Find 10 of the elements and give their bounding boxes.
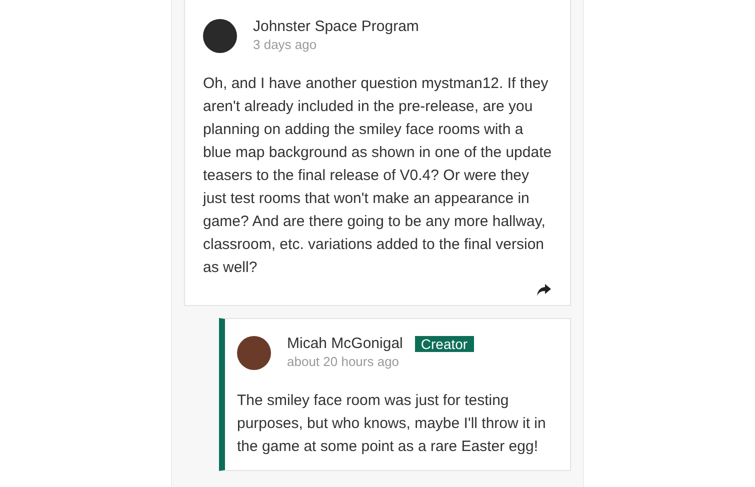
timestamp: 3 days ago: [253, 36, 318, 54]
timestamp: about 20 hours ago: [287, 353, 400, 371]
avatar-icon: [237, 336, 271, 370]
comment-text: The smiley face room was just for testing purposes, but who knows, maybe I'll throw it in the game at some point as a rare Easter egg!: [237, 391, 547, 457]
avatar-icon: [203, 19, 237, 53]
author-name[interactable]: Johnster Space Program: [253, 18, 419, 36]
comment-text: Oh, and I have another question mystman12. If they aren't already included in the pre-release, are you planning on adding the smiley face rooms with a blue map background as shown in one of the update teasers to the final release of V0.4? Or were they just test rooms that won't make an appearance in game? And are there going to be any more hallway, classroom, etc. variations added to the final version as well?: [203, 74, 552, 278]
creator-badge: Creator: [414, 336, 474, 352]
share-icon[interactable]: [536, 283, 552, 297]
author-name[interactable]: Micah McGonigal: [287, 335, 403, 353]
